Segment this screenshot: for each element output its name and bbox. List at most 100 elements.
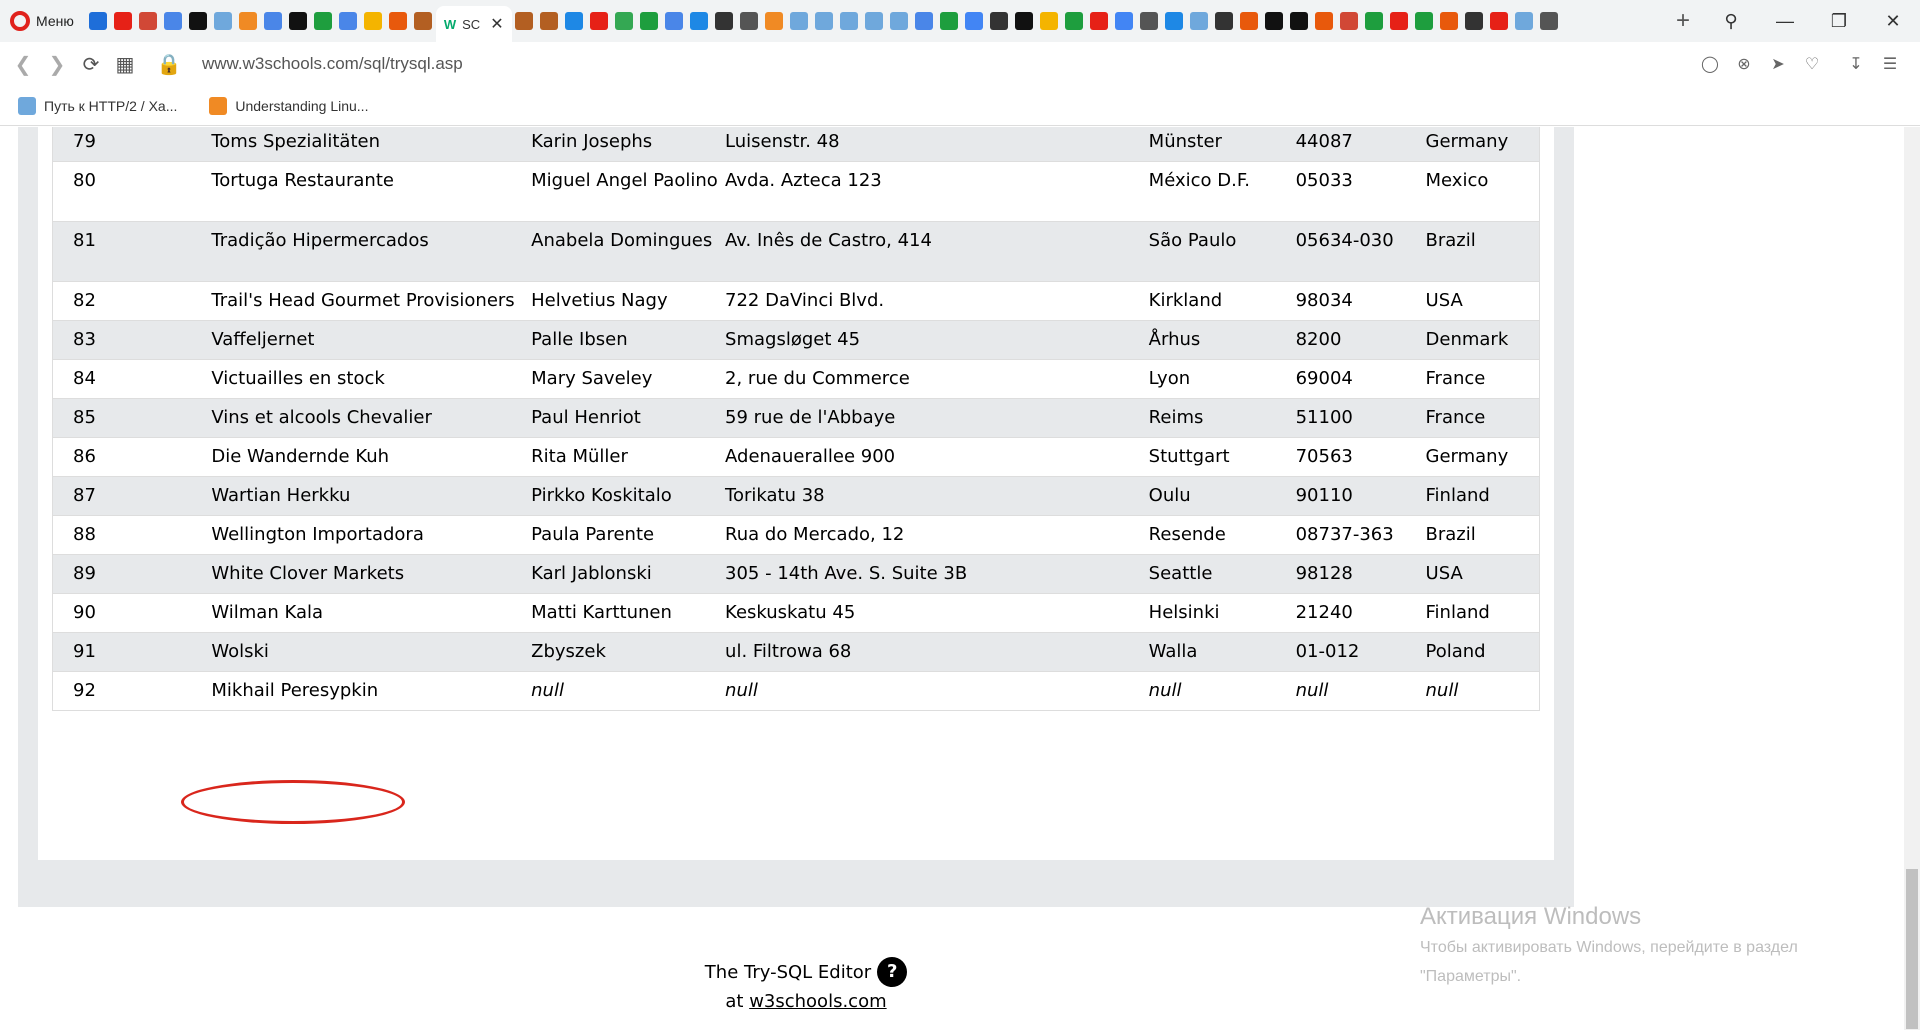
tab-favicon-icon[interactable] xyxy=(1190,12,1209,30)
tab-favicon-icon[interactable] xyxy=(715,12,734,30)
tab-favicon-icon[interactable] xyxy=(339,12,358,30)
table-row: 90 Wilman Kala Matti Karttunen Keskuskatu 4… xyxy=(52,593,1540,633)
cell-id: 87 xyxy=(52,476,212,516)
cell-city: Oulu xyxy=(1148,476,1296,516)
close-window-icon[interactable]: ✕ xyxy=(1866,11,1920,32)
tab-favicon-icon[interactable] xyxy=(890,12,909,30)
forward-icon[interactable]: ❯ xyxy=(40,52,74,77)
tab-favicon-icon[interactable] xyxy=(965,12,984,30)
tab-favicon-icon[interactable] xyxy=(540,12,559,30)
minimize-icon[interactable]: — xyxy=(1758,11,1812,32)
tab-favicon-icon[interactable] xyxy=(615,12,634,30)
cell-name: Vins et alcools Chevalier xyxy=(211,398,532,438)
cell-contact: Anabela Domingues xyxy=(531,221,726,282)
tab-favicon-icon[interactable] xyxy=(1240,12,1259,30)
cell-address: 2, rue du Commerce xyxy=(725,359,1149,399)
download-icon[interactable]: ↧ xyxy=(1846,54,1866,74)
tab-favicon-icon[interactable] xyxy=(815,12,834,30)
heart-icon[interactable]: ♡ xyxy=(1802,54,1822,74)
tab-favicon-icon[interactable] xyxy=(1365,12,1384,30)
tab-favicon-icon[interactable] xyxy=(1065,12,1084,30)
tab-favicon-icon[interactable] xyxy=(565,12,584,30)
tab-favicon-icon[interactable] xyxy=(314,12,333,30)
opera-menu-button[interactable]: Меню xyxy=(0,0,86,42)
tab-favicon-icon[interactable] xyxy=(1090,12,1109,30)
close-tab-icon[interactable]: ✕ xyxy=(490,14,503,34)
tab-favicon-icon[interactable] xyxy=(840,12,859,30)
tab-favicon-icon[interactable] xyxy=(289,12,308,30)
menu-label: Меню xyxy=(36,13,74,29)
tab-favicon-icon[interactable] xyxy=(1540,12,1559,30)
w3schools-link[interactable]: w3schools.com xyxy=(749,991,886,1012)
tab-favicon-icon[interactable] xyxy=(164,12,183,30)
tab-favicon-icon[interactable] xyxy=(740,12,759,30)
tab-favicon-icon[interactable] xyxy=(114,12,133,30)
tab-favicon-icon[interactable] xyxy=(139,12,158,30)
tab-favicon-icon[interactable] xyxy=(1490,12,1509,30)
tab-favicon-icon[interactable] xyxy=(1165,12,1184,30)
cell-id: 90 xyxy=(52,593,212,633)
cell-name: Mikhail Peresypkin xyxy=(211,671,532,711)
tab-favicon-icon[interactable] xyxy=(1440,12,1459,30)
cell-country: Denmark xyxy=(1425,320,1540,360)
tab-favicon-icon[interactable] xyxy=(89,12,108,30)
tab-favicon-icon[interactable] xyxy=(1215,12,1234,30)
url-field[interactable]: www.w3schools.com/sql/trysql.asp xyxy=(202,54,463,74)
active-tab[interactable]: W SC ✕ xyxy=(435,6,512,42)
tab-favicon-icon[interactable] xyxy=(915,12,934,30)
tab-favicon-icon[interactable] xyxy=(940,12,959,30)
tab-favicon-icon[interactable] xyxy=(1415,12,1434,30)
cell-contact: Karin Josephs xyxy=(531,127,726,162)
tab-favicon-icon[interactable] xyxy=(990,12,1009,30)
tab-favicon-icon[interactable] xyxy=(590,12,609,30)
snapshot-icon[interactable]: ◯ xyxy=(1700,54,1720,74)
bookmark-http2[interactable]: Путь к HTTP/2 / Ха... xyxy=(0,96,191,115)
cell-name: Vaffeljernet xyxy=(211,320,532,360)
null-value: null xyxy=(725,680,758,701)
cell-city: Seattle xyxy=(1148,554,1296,594)
bookmark-understanding-linux[interactable]: Understanding Linu... xyxy=(191,96,382,115)
tab-favicon-icon[interactable] xyxy=(1315,12,1334,30)
tab-favicon-icon[interactable] xyxy=(214,12,233,30)
tab-favicon-icon[interactable] xyxy=(515,12,534,30)
tab-favicon-icon[interactable] xyxy=(414,12,433,30)
adblock-icon[interactable]: ⊗ xyxy=(1734,54,1754,74)
table-row: 81 Tradição Hipermercados Anabela Domingue… xyxy=(52,221,1540,282)
restore-icon[interactable]: ❐ xyxy=(1812,11,1866,32)
tab-favicon-icon[interactable] xyxy=(1040,12,1059,30)
send-icon[interactable]: ➤ xyxy=(1768,54,1788,74)
cell-country: USA xyxy=(1425,554,1540,594)
back-icon[interactable]: ❮ xyxy=(6,52,40,77)
tab-favicon-icon[interactable] xyxy=(364,12,383,30)
cell-id: 91 xyxy=(52,632,212,672)
tab-favicon-icon[interactable] xyxy=(1340,12,1359,30)
tab-favicon-icon[interactable] xyxy=(1390,12,1409,30)
tab-favicon-icon[interactable] xyxy=(765,12,784,30)
tab-favicon-icon[interactable] xyxy=(1515,12,1534,30)
tab-favicon-icon[interactable] xyxy=(1290,12,1309,30)
tab-favicon-icon[interactable] xyxy=(790,12,809,30)
tab-favicon-icon[interactable] xyxy=(690,12,709,30)
tab-favicon-icon[interactable] xyxy=(865,12,884,30)
tab-favicon-icon[interactable] xyxy=(1265,12,1284,30)
scrollbar-thumb[interactable] xyxy=(1906,869,1918,1029)
tab-favicon-icon[interactable] xyxy=(1465,12,1484,30)
tab-favicon-icon[interactable] xyxy=(1115,12,1134,30)
new-tab-icon[interactable]: + xyxy=(1662,7,1704,35)
reload-icon[interactable]: ⟳ xyxy=(74,52,108,77)
tab-favicon-icon[interactable] xyxy=(665,12,684,30)
tab-favicon-icon[interactable] xyxy=(1140,12,1159,30)
tab-favicon-icon[interactable] xyxy=(239,12,258,30)
easy-setup-icon[interactable]: ☰ xyxy=(1880,54,1900,74)
tab-favicon-icon[interactable] xyxy=(264,12,283,30)
result-table: 79 Toms Spezialitäten Karin Josephs Luisens… xyxy=(52,127,1540,711)
search-tabs-icon[interactable]: ⚲ xyxy=(1704,11,1758,32)
cell-country: Brazil xyxy=(1425,515,1540,555)
cell-city: Århus xyxy=(1148,320,1296,360)
tab-favicon-icon[interactable] xyxy=(389,12,408,30)
speed-dial-icon[interactable]: ▦ xyxy=(108,52,142,77)
tab-favicon-icon[interactable] xyxy=(1015,12,1034,30)
tab-favicon-icon[interactable] xyxy=(189,12,208,30)
tab-favicon-icon[interactable] xyxy=(640,12,659,30)
help-icon[interactable]: ? xyxy=(877,957,908,987)
